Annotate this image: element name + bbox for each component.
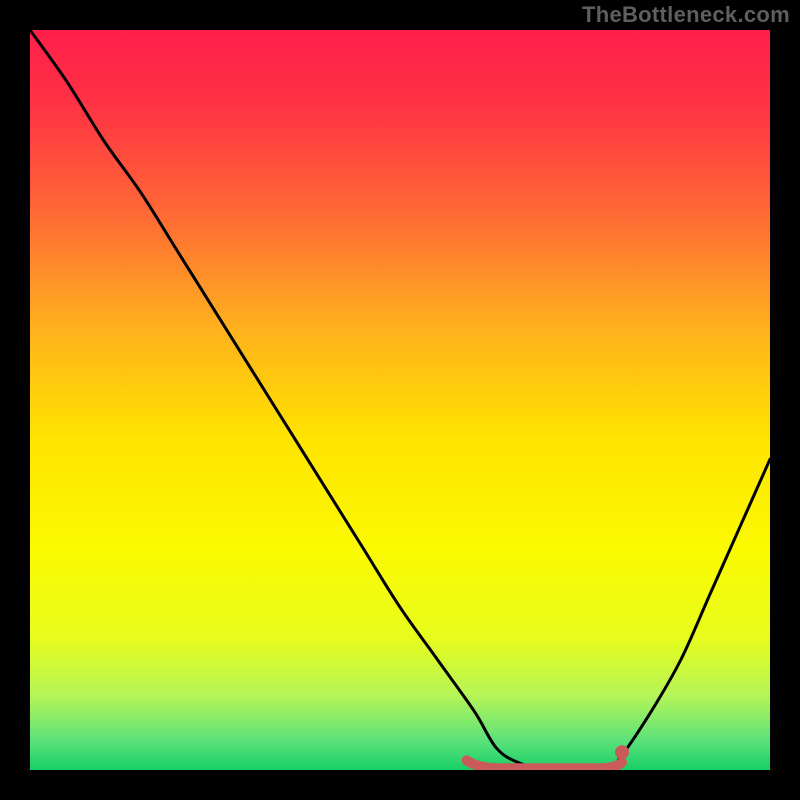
chart-plot-area <box>30 30 770 770</box>
gradient-background <box>30 30 770 770</box>
chart-frame: TheBottleneck.com <box>0 0 800 800</box>
watermark-text: TheBottleneck.com <box>582 2 790 28</box>
chart-svg <box>30 30 770 770</box>
highlight-end-dot <box>615 745 629 759</box>
